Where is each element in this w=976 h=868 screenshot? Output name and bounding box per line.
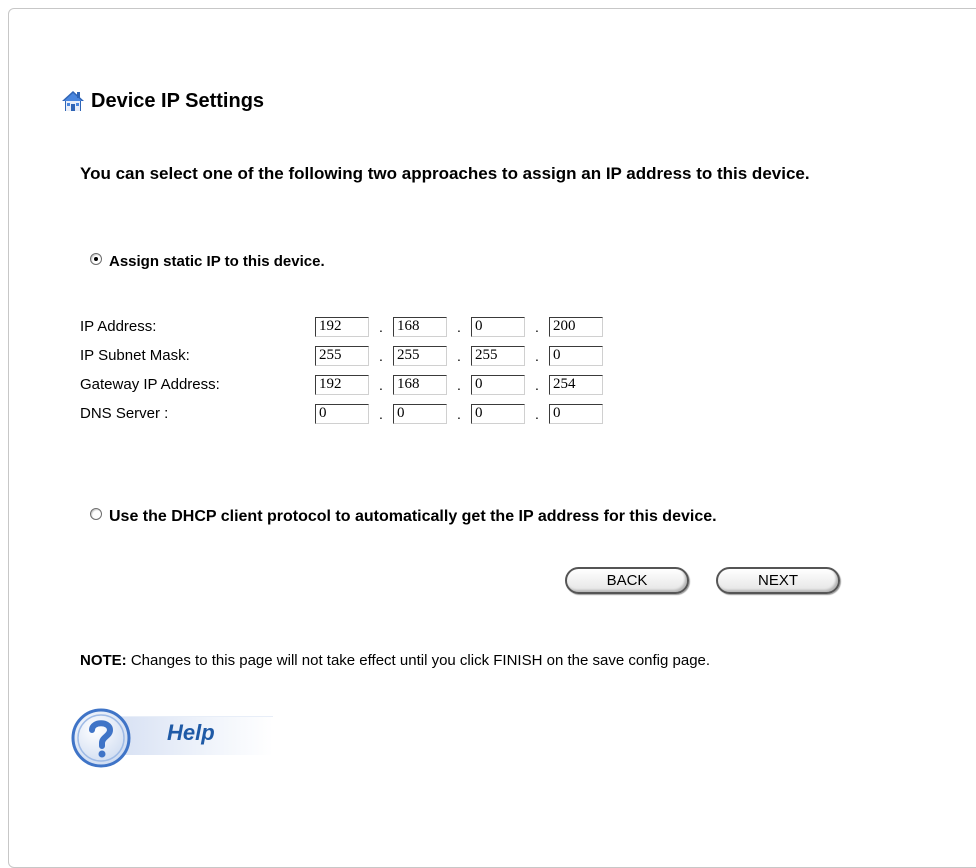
octet-separator: . bbox=[457, 318, 461, 335]
ip-settings-table: IP Address: . . . IP Subnet Mask: . . . … bbox=[80, 312, 603, 428]
ip-address-octet-1[interactable] bbox=[315, 316, 369, 337]
gateway-octet-1[interactable] bbox=[315, 374, 369, 395]
dhcp-label: Use the DHCP client protocol to automati… bbox=[109, 508, 717, 525]
octet-separator: . bbox=[535, 347, 539, 364]
gateway-octet-4[interactable] bbox=[549, 374, 603, 395]
gateway-row: Gateway IP Address: . . . bbox=[80, 370, 603, 399]
intro-text: You can select one of the following two … bbox=[80, 164, 810, 183]
next-button[interactable]: NEXT bbox=[716, 567, 840, 594]
static-ip-label: Assign static IP to this device. bbox=[109, 253, 325, 270]
subnet-mask-octet-3[interactable] bbox=[471, 345, 525, 366]
ip-address-octet-2[interactable] bbox=[393, 316, 447, 337]
ip-address-octet-4[interactable] bbox=[549, 316, 603, 337]
gateway-label: Gateway IP Address: bbox=[80, 376, 220, 393]
help-label[interactable]: Help bbox=[167, 720, 215, 746]
note-text: NOTE: Changes to this page will not take… bbox=[80, 651, 820, 671]
subnet-mask-octet-1[interactable] bbox=[315, 345, 369, 366]
help-link[interactable]: Help bbox=[69, 706, 273, 770]
octet-separator: . bbox=[457, 347, 461, 364]
back-button[interactable]: BACK bbox=[565, 567, 689, 594]
gateway-octet-2[interactable] bbox=[393, 374, 447, 395]
dns-server-octet-3[interactable] bbox=[471, 403, 525, 424]
octet-separator: . bbox=[379, 405, 383, 422]
subnet-mask-row: IP Subnet Mask: . . . bbox=[80, 341, 603, 370]
octet-separator: . bbox=[535, 376, 539, 393]
dns-server-row: DNS Server : . . . bbox=[80, 399, 603, 428]
home-icon bbox=[62, 91, 84, 111]
octet-separator: . bbox=[379, 318, 383, 335]
static-ip-radio[interactable] bbox=[90, 252, 102, 265]
dhcp-option[interactable]: Use the DHCP client protocol to automati… bbox=[90, 508, 717, 526]
octet-separator: . bbox=[379, 347, 383, 364]
ip-address-label: IP Address: bbox=[80, 318, 157, 335]
page-title: Device IP Settings bbox=[91, 89, 265, 112]
dhcp-radio[interactable] bbox=[90, 508, 102, 520]
octet-separator: . bbox=[379, 376, 383, 393]
ip-address-octet-3[interactable] bbox=[471, 316, 525, 337]
dns-server-octet-4[interactable] bbox=[549, 403, 603, 424]
gateway-octet-3[interactable] bbox=[471, 374, 525, 395]
subnet-mask-label: IP Subnet Mask: bbox=[80, 347, 190, 364]
question-mark-icon[interactable] bbox=[69, 706, 133, 770]
page-header: Device IP Settings bbox=[61, 89, 264, 113]
static-ip-option[interactable]: Assign static IP to this device. bbox=[90, 252, 325, 270]
octet-separator: . bbox=[457, 405, 461, 422]
subnet-mask-octet-2[interactable] bbox=[393, 345, 447, 366]
note-body: Changes to this page will not take effec… bbox=[126, 652, 711, 669]
ip-address-row: IP Address: . . . bbox=[80, 312, 603, 341]
dns-server-label: DNS Server : bbox=[80, 405, 169, 422]
subnet-mask-octet-4[interactable] bbox=[549, 345, 603, 366]
octet-separator: . bbox=[535, 318, 539, 335]
note-prefix: NOTE: bbox=[80, 652, 127, 669]
octet-separator: . bbox=[457, 376, 461, 393]
dns-server-octet-1[interactable] bbox=[315, 403, 369, 424]
dns-server-octet-2[interactable] bbox=[393, 403, 447, 424]
octet-separator: . bbox=[535, 405, 539, 422]
